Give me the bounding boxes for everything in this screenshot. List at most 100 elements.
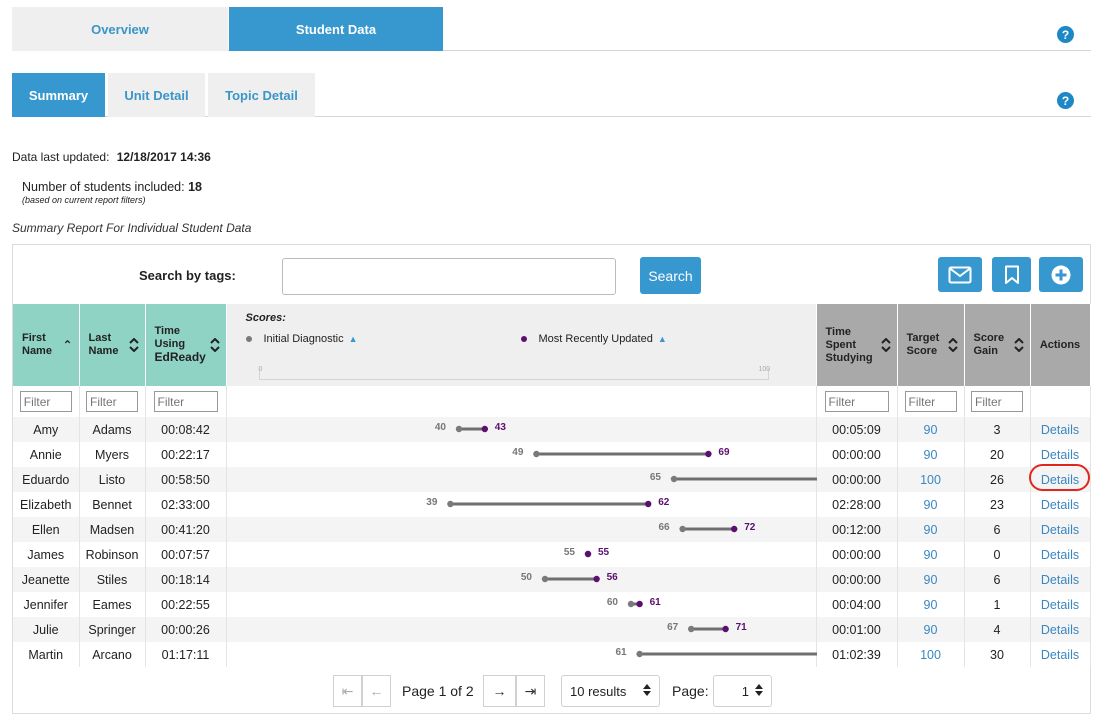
col-score-gain[interactable]: Score Gain xyxy=(964,304,1031,386)
first-name-cell: Ellen xyxy=(13,517,80,542)
bookmark-button[interactable] xyxy=(992,257,1031,292)
details-link[interactable]: Details xyxy=(1041,623,1079,637)
table-row: MartinArcano01:17:11 619101:02:3910030 Det… xyxy=(13,642,1091,667)
time-spent-cell: 00:00:00 xyxy=(816,467,898,492)
col-target-score[interactable]: Target Score xyxy=(897,304,965,386)
initial-score-point xyxy=(687,625,694,633)
target-score-cell[interactable]: 90 xyxy=(897,417,965,442)
score-dumbbell: 6191 xyxy=(615,647,817,658)
col-first-name[interactable]: First Name ⌃ xyxy=(13,304,80,386)
first-page-button[interactable]: ⇤ xyxy=(333,675,362,707)
sort-asc-icon[interactable]: ⌃ xyxy=(62,339,72,351)
target-score-cell[interactable]: 100 xyxy=(897,642,965,667)
tab-topic-detail[interactable]: Topic Detail xyxy=(208,73,315,117)
updated-label: Data last updated: xyxy=(12,150,110,164)
updown-icon xyxy=(643,683,651,699)
filter-score-gain[interactable] xyxy=(971,391,1023,412)
table-row: Julie Springer 00:00:26 67 71 00:01:00 90 4 Deta… xyxy=(13,617,1091,642)
filter-time-using[interactable] xyxy=(153,391,218,412)
details-link[interactable]: Details xyxy=(1041,523,1079,537)
legend-initial[interactable]: Initial Diagnostic ▲ xyxy=(245,333,358,345)
page-size-select[interactable]: 10 results xyxy=(561,675,660,707)
time-using-cell: 00:58:50 xyxy=(145,467,227,492)
table-row: Amy Adams 00:08:42 40 43 00:05:09 90 3 Details xyxy=(13,417,1091,442)
target-score-cell[interactable]: 90 xyxy=(897,442,965,467)
filter-row xyxy=(13,386,1091,417)
filter-target-score[interactable] xyxy=(904,391,957,412)
search-label: Search by tags: xyxy=(139,268,236,283)
tab-student-data[interactable]: Student Data xyxy=(229,7,443,51)
target-score-cell[interactable]: 90 xyxy=(897,567,965,592)
next-page-button[interactable]: → xyxy=(483,675,516,707)
sort-icon[interactable]: ▲ xyxy=(349,334,358,344)
prev-page-button[interactable]: ← xyxy=(362,675,391,707)
details-link[interactable]: Details xyxy=(1041,498,1079,512)
tab-unit-detail[interactable]: Unit Detail xyxy=(108,73,205,117)
score-chart-cell: 49 69 xyxy=(226,442,817,467)
search-button[interactable]: Search xyxy=(640,257,701,294)
details-link[interactable]: Details xyxy=(1041,548,1079,562)
details-link[interactable]: Details xyxy=(1041,573,1079,587)
details-link[interactable]: Details xyxy=(1041,648,1079,662)
sort-icon[interactable] xyxy=(1013,338,1024,352)
col-scores: Scores: Initial Diagnostic ▲ Most Recent… xyxy=(226,304,817,386)
details-cell: Details xyxy=(1030,542,1091,567)
score-gain-cell: 20 xyxy=(964,442,1031,467)
col-time-spent[interactable]: Time Spent Studying xyxy=(816,304,898,386)
email-button[interactable] xyxy=(938,257,982,292)
last-name-cell: Myers xyxy=(79,442,146,467)
details-cell: Details xyxy=(1030,617,1091,642)
target-score-cell[interactable]: 100 xyxy=(897,467,965,492)
target-score-cell[interactable]: 90 xyxy=(897,517,965,542)
help-icon[interactable]: ? xyxy=(1057,92,1074,109)
target-score-cell[interactable]: 90 xyxy=(897,617,965,642)
target-score-cell[interactable]: 90 xyxy=(897,592,965,617)
filter-first-name[interactable] xyxy=(19,391,72,412)
legend-recent[interactable]: Most Recently Updated ▲ xyxy=(520,333,667,345)
score-gain-cell: 26 xyxy=(964,467,1031,492)
last-name-cell: Springer xyxy=(79,617,146,642)
score-chart-cell: 60 61 xyxy=(226,592,817,617)
target-score-cell[interactable]: 90 xyxy=(897,492,965,517)
page-select[interactable]: 1 xyxy=(713,675,772,707)
bookmark-icon xyxy=(1004,265,1019,284)
details-cell: Details xyxy=(1030,417,1091,442)
sort-icon[interactable] xyxy=(209,338,220,352)
report-title: Summary Report For Individual Student Da… xyxy=(12,221,252,235)
scores-title: Scores: xyxy=(245,312,286,324)
sort-icon[interactable] xyxy=(880,338,891,352)
tab-summary[interactable]: Summary xyxy=(12,73,105,117)
filter-time-spent[interactable] xyxy=(824,391,889,412)
col-last-name[interactable]: Last Name xyxy=(79,304,146,386)
sort-icon[interactable]: ▲ xyxy=(658,334,667,344)
recent-score-point xyxy=(730,525,737,533)
last-page-button[interactable]: ⇥ xyxy=(516,675,545,707)
first-name-cell: Eduardo xyxy=(13,467,80,492)
plus-circle-icon xyxy=(1051,265,1071,284)
initial-score-label: 39 xyxy=(426,497,438,508)
time-spent-cell: 00:00:00 xyxy=(816,442,898,467)
tag-search-input[interactable] xyxy=(282,258,616,295)
score-gain-cell: 6 xyxy=(964,517,1031,542)
score-dumbbell: 60 61 xyxy=(606,597,660,608)
table-row: Jennifer Eames 00:22:55 60 61 00:04:00 90 1 Deta… xyxy=(13,592,1091,617)
filter-last-name[interactable] xyxy=(86,391,138,412)
target-score-cell[interactable]: 90 xyxy=(897,542,965,567)
details-link[interactable]: Details xyxy=(1028,463,1090,491)
recent-score-point xyxy=(584,550,591,558)
axis-min-label: 0 xyxy=(258,366,263,373)
col-time-using[interactable]: Time Using EdReady xyxy=(145,304,227,386)
details-link[interactable]: Details xyxy=(1041,423,1079,437)
details-link[interactable]: Details xyxy=(1041,598,1079,612)
sort-icon[interactable] xyxy=(947,338,958,352)
details-cell: Details xyxy=(1028,463,1091,492)
add-button[interactable] xyxy=(1039,257,1083,292)
details-label: Details xyxy=(1040,497,1080,512)
tab-overview[interactable]: Overview xyxy=(12,7,228,51)
sort-icon[interactable] xyxy=(128,338,139,352)
details-link[interactable]: Details xyxy=(1041,448,1079,462)
last-name-cell: Stiles xyxy=(79,567,146,592)
details-label: Details xyxy=(1040,597,1080,612)
count-label: Number of students included: xyxy=(22,180,185,194)
help-icon[interactable]: ? xyxy=(1057,26,1074,43)
